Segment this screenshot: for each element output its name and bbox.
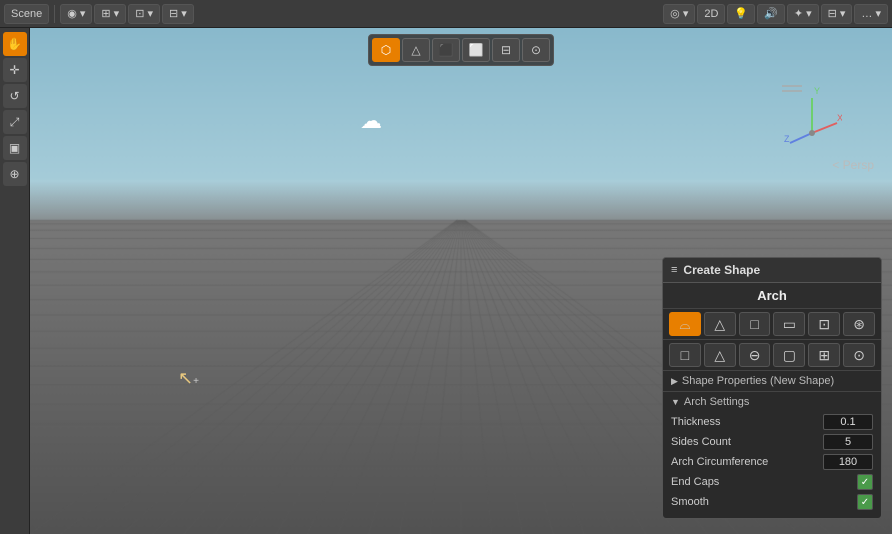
- scene-object-cloud: ☁: [360, 108, 382, 134]
- thickness-row: Thickness: [671, 412, 873, 432]
- scene-top-bar: ⬡ △ ⬛ ⬜ ⊟ ⊙: [368, 34, 554, 66]
- svg-text:Y: Y: [814, 86, 820, 96]
- sides-count-label: Sides Count: [671, 436, 731, 448]
- rotate-tool-btn[interactable]: ↺: [3, 84, 27, 108]
- cursor-arrow: ↖+: [178, 368, 199, 389]
- arch-settings-arrow: ▼: [671, 397, 680, 407]
- rect2-shape-btn[interactable]: ▭: [773, 312, 805, 336]
- orientation-gizmo: Y X Z: [782, 78, 842, 148]
- snap-toggle-btn[interactable]: ⊟ ▾: [162, 4, 194, 24]
- cut-shape-btn[interactable]: ⊡: [808, 312, 840, 336]
- smooth-row: Smooth ✓: [671, 492, 873, 512]
- display-mode-btn[interactable]: ◎ ▾: [663, 4, 695, 24]
- thickness-label: Thickness: [671, 416, 721, 428]
- arch-settings-section: ▼ Arch Settings Thickness Sides Count Ar…: [663, 392, 881, 518]
- arch-title: Arch: [663, 283, 881, 309]
- cube-wire-btn[interactable]: ⬜: [462, 38, 490, 62]
- tri2-shape-btn[interactable]: △: [704, 343, 736, 367]
- smooth-label: Smooth: [671, 496, 709, 508]
- shape-icons-row2: □ △ ⊖ ▢ ⊞ ⊙: [663, 340, 881, 371]
- rect3-shape-btn[interactable]: ▢: [773, 343, 805, 367]
- 3d-toggle-btn[interactable]: ⬡: [372, 38, 400, 62]
- panel-title: Create Shape: [683, 263, 760, 277]
- end-caps-row: End Caps ✓: [671, 472, 873, 492]
- smooth-checkbox[interactable]: ✓: [857, 494, 873, 510]
- light-btn[interactable]: 💡: [727, 4, 755, 24]
- fx-btn[interactable]: ✦ ▾: [787, 4, 819, 24]
- view-toggle-btn[interactable]: ◉ ▾: [60, 4, 92, 24]
- sides-count-row: Sides Count: [671, 432, 873, 452]
- arch-circumference-row: Arch Circumference: [671, 452, 873, 472]
- scale-tool-btn[interactable]: ⤢: [3, 110, 27, 134]
- arch-settings-header[interactable]: ▼ Arch Settings: [671, 396, 873, 408]
- 2d-scene-toggle-btn[interactable]: △: [402, 38, 430, 62]
- create-shape-panel: ≡ Create Shape Arch ⌓ △ □ ▭ ⊡ ⊛ □ △ ⊖ ▢ …: [662, 257, 882, 519]
- arch-circumference-input[interactable]: [823, 454, 873, 470]
- layers-btn[interactable]: ⊟ ▾: [821, 4, 853, 24]
- scene-label-btn[interactable]: Scene: [4, 4, 49, 24]
- triangle-shape-btn[interactable]: △: [704, 312, 736, 336]
- audio-btn[interactable]: 🔊: [757, 4, 785, 24]
- shape-properties-section: ▶ Shape Properties (New Shape): [663, 371, 881, 392]
- cube-parts-btn[interactable]: ⊟: [492, 38, 520, 62]
- sides-count-input[interactable]: [823, 434, 873, 450]
- custom-tool-btn[interactable]: ⊕: [3, 162, 27, 186]
- panel-header-icon: ≡: [671, 264, 677, 276]
- round-shape-btn[interactable]: ⊛: [843, 312, 875, 336]
- sphere-btn[interactable]: ⊙: [522, 38, 550, 62]
- svg-text:X: X: [837, 113, 842, 123]
- move-tool-btn[interactable]: ✛: [3, 58, 27, 82]
- circ-shape-btn[interactable]: ⊖: [739, 343, 771, 367]
- shape-properties-header[interactable]: ▶ Shape Properties (New Shape): [671, 375, 873, 387]
- svg-text:Z: Z: [784, 134, 790, 144]
- end-caps-checkbox[interactable]: ✓: [857, 474, 873, 490]
- left-panel: ✋ ✛ ↺ ⤢ ▣ ⊕: [0, 28, 30, 534]
- shape-properties-arrow: ▶: [671, 376, 678, 387]
- arch-circumference-label: Arch Circumference: [671, 456, 768, 468]
- right-toolbar-section: ◎ ▾ 2D 💡 🔊 ✦ ▾ ⊟ ▾ … ▾: [663, 4, 888, 24]
- left-toolbar-section: Scene ◉ ▾ ⊞ ▾ ⊡ ▾ ⊟ ▾: [4, 4, 194, 24]
- 2d-btn[interactable]: 2D: [697, 4, 725, 24]
- oval-shape-btn[interactable]: ⊙: [843, 343, 875, 367]
- panel-header[interactable]: ≡ Create Shape: [663, 258, 881, 283]
- thickness-input[interactable]: [823, 414, 873, 430]
- shape-icons-row1: ⌓ △ □ ▭ ⊡ ⊛: [663, 309, 881, 340]
- flat-shape-btn[interactable]: □: [669, 343, 701, 367]
- more-btn[interactable]: … ▾: [854, 4, 888, 24]
- arch-settings-label: Arch Settings: [684, 396, 749, 408]
- hand-tool-btn[interactable]: ✋: [3, 32, 27, 56]
- persp-label: < Persp: [832, 158, 874, 172]
- shape-properties-label: Shape Properties (New Shape): [682, 375, 834, 387]
- top-toolbar: Scene ◉ ▾ ⊞ ▾ ⊡ ▾ ⊟ ▾ ◎ ▾ 2D 💡 🔊 ✦ ▾ ⊟ ▾…: [0, 0, 892, 28]
- scene-viewport: ⬡ △ ⬛ ⬜ ⊟ ⊙ ☁ ↖+ Y X Z < Persp: [30, 28, 892, 534]
- arch-shape-btn[interactable]: ⌓: [669, 312, 701, 336]
- cube-solid-btn[interactable]: ⬛: [432, 38, 460, 62]
- divider1: [54, 5, 55, 23]
- end-caps-label: End Caps: [671, 476, 719, 488]
- rect-tool-btn[interactable]: ▣: [3, 136, 27, 160]
- grid-toggle-btn[interactable]: ⊞ ▾: [94, 4, 126, 24]
- arr-shape-btn[interactable]: ⊞: [808, 343, 840, 367]
- transform-toggle-btn[interactable]: ⊡ ▾: [128, 4, 160, 24]
- rect-shape-btn[interactable]: □: [739, 312, 771, 336]
